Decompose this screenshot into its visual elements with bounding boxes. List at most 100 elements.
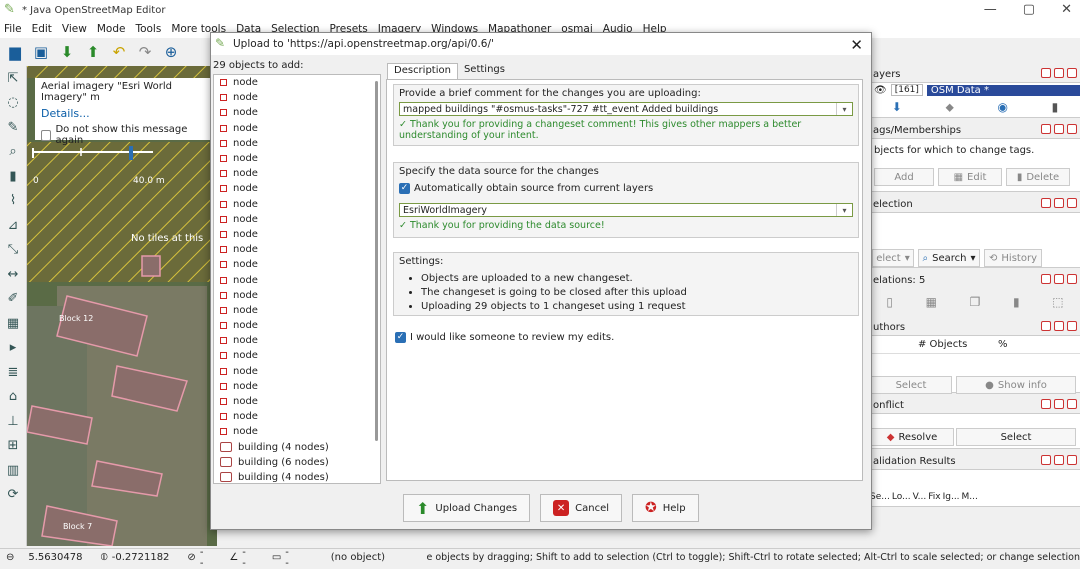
object-list-item[interactable]: building (4 nodes) [214, 470, 380, 483]
delete-layer-icon[interactable]: ▮ [1052, 100, 1059, 114]
maximize-icon[interactable]: ▢ [1023, 2, 1035, 17]
comment-dropdown-icon[interactable]: ▾ [836, 103, 852, 115]
panel-config-icon[interactable] [1041, 455, 1051, 465]
resolve-button[interactable]: ◆ Resolve [870, 428, 954, 446]
source-dropdown-icon[interactable]: ▾ [836, 204, 852, 216]
cancel-button[interactable]: ✕ Cancel [540, 494, 623, 522]
improve-way-icon[interactable]: ⌇ [0, 189, 26, 214]
conflict-panel-header[interactable]: onflict [870, 397, 1080, 413]
panel-close-icon[interactable] [1067, 455, 1077, 465]
authors-panel-header[interactable]: uthors [870, 319, 1080, 335]
layer-name[interactable]: OSM Data * [926, 84, 1080, 96]
object-list-item[interactable]: node [214, 105, 380, 120]
object-list-item[interactable]: node [214, 90, 380, 105]
move-down-icon[interactable]: ⬇ [892, 100, 902, 114]
dialog-close-icon[interactable]: ✕ [850, 36, 863, 54]
objects-column-header[interactable]: # Objects [918, 339, 998, 350]
zoom-icon[interactable]: ⊕ [160, 41, 182, 63]
panel-config-icon[interactable] [1041, 274, 1051, 284]
delete-tag-button[interactable]: ▮ Delete [1006, 168, 1070, 186]
layers-tool-icon[interactable]: ≣ [0, 360, 26, 385]
merge-layer-icon[interactable]: ⬥ [945, 100, 953, 115]
validation-tab-lo[interactable]: Lo... [892, 492, 911, 502]
draw-tool-icon[interactable]: ✎ [0, 115, 26, 140]
panel-detach-icon[interactable] [1054, 198, 1064, 208]
object-list-item[interactable]: node [214, 181, 380, 196]
relation-edit-icon[interactable]: ▦ [926, 295, 937, 309]
panel-detach-icon[interactable] [1054, 321, 1064, 331]
conflict-select-button[interactable]: Select [956, 428, 1076, 446]
review-checkbox[interactable]: ✓ [395, 332, 406, 343]
lasso-tool-icon[interactable]: ◌ [0, 91, 26, 116]
object-list-item[interactable]: building (4 nodes) [214, 440, 380, 455]
tab-settings[interactable]: Settings [458, 63, 511, 79]
object-list-item[interactable]: node [214, 121, 380, 136]
open-icon[interactable]: ▆ [4, 41, 26, 63]
pencil-icon[interactable]: ✐ [0, 287, 26, 312]
panel-close-icon[interactable] [1067, 124, 1077, 134]
object-list-item[interactable]: node [214, 303, 380, 318]
panel-detach-icon[interactable] [1054, 455, 1064, 465]
select-dropdown[interactable]: elect ▾ [872, 249, 914, 267]
validation-panel-header[interactable]: alidation Results [870, 453, 1080, 469]
delete-tool-icon[interactable]: ▮ [0, 164, 26, 189]
redo-icon[interactable]: ↷ [134, 41, 156, 63]
history-button[interactable]: ⟲ History [984, 249, 1042, 267]
object-list-item[interactable]: node [214, 197, 380, 212]
sync-tool-icon[interactable]: ⟳ [0, 483, 26, 508]
measure-tool-icon[interactable]: ⊥ [0, 409, 26, 434]
edit-tag-button[interactable]: ▦ Edit [938, 168, 1002, 186]
menu-tools[interactable]: Tools [135, 23, 161, 35]
menu-file[interactable]: File [4, 23, 22, 35]
relations-panel-header[interactable]: elations: 5 [870, 272, 1080, 288]
relation-delete-icon[interactable]: ▮ [1013, 295, 1020, 309]
object-list-item[interactable]: node [214, 272, 380, 287]
object-list-item[interactable]: node [214, 394, 380, 409]
panel-close-icon[interactable] [1067, 68, 1077, 78]
relation-select-icon[interactable]: ⬚ [1052, 295, 1063, 309]
show-info-button[interactable]: ● Show info [956, 376, 1076, 394]
panel-config-icon[interactable] [1041, 124, 1051, 134]
panel-close-icon[interactable] [1067, 399, 1077, 409]
validation-tab-se[interactable]: Se... [870, 492, 890, 502]
panel-config-icon[interactable] [1041, 321, 1051, 331]
panel-close-icon[interactable] [1067, 274, 1077, 284]
panel-detach-icon[interactable] [1054, 399, 1064, 409]
panel-detach-icon[interactable] [1054, 274, 1064, 284]
source-input[interactable]: EsriWorldImagery ▾ [399, 203, 853, 217]
menu-edit[interactable]: Edit [32, 23, 52, 35]
selection-panel-header[interactable]: election [870, 196, 1080, 212]
object-list-item[interactable]: node [214, 75, 380, 90]
panel-config-icon[interactable] [1041, 68, 1051, 78]
object-list-item[interactable]: node [214, 364, 380, 379]
panel-close-icon[interactable] [1067, 321, 1077, 331]
download-icon[interactable]: ⬇ [56, 41, 78, 63]
object-list-item[interactable]: node [214, 166, 380, 181]
menu-view[interactable]: View [62, 23, 87, 35]
menu-mode[interactable]: Mode [97, 23, 126, 35]
validation-tab-fix[interactable]: Fix [928, 492, 940, 502]
object-list-item[interactable]: node [214, 242, 380, 257]
auto-source-checkbox[interactable]: ✓ [399, 183, 410, 194]
details-link[interactable]: Details... [41, 107, 209, 120]
search-button[interactable]: ⌕ Search ▾ [918, 249, 980, 267]
object-list-item[interactable]: node [214, 136, 380, 151]
object-list-item[interactable]: building (6 nodes) [214, 455, 380, 470]
object-list-item[interactable]: node [214, 257, 380, 272]
dont-show-checkbox[interactable] [41, 129, 52, 141]
tab-description[interactable]: Description [387, 63, 458, 79]
object-list-item[interactable]: node [214, 227, 380, 242]
zoom-tool-icon[interactable]: ⌕ [0, 140, 26, 165]
object-list-item[interactable]: node [214, 151, 380, 166]
relation-dup-icon[interactable]: ❐ [970, 295, 981, 309]
panel-close-icon[interactable] [1067, 198, 1077, 208]
percent-column-header[interactable]: % [998, 339, 1008, 350]
objects-scrollbar[interactable] [375, 81, 378, 441]
split-icon[interactable]: ⤡ [0, 238, 26, 263]
authors-select-button[interactable]: Select [870, 376, 952, 394]
add-tag-button[interactable]: Add [874, 168, 934, 186]
panel-detach-icon[interactable] [1054, 68, 1064, 78]
tags-tool-icon[interactable]: ⌂ [0, 385, 26, 410]
more-tools-icon[interactable]: ▸ [0, 336, 26, 361]
layer-visible-icon[interactable]: 👁 [874, 85, 887, 96]
